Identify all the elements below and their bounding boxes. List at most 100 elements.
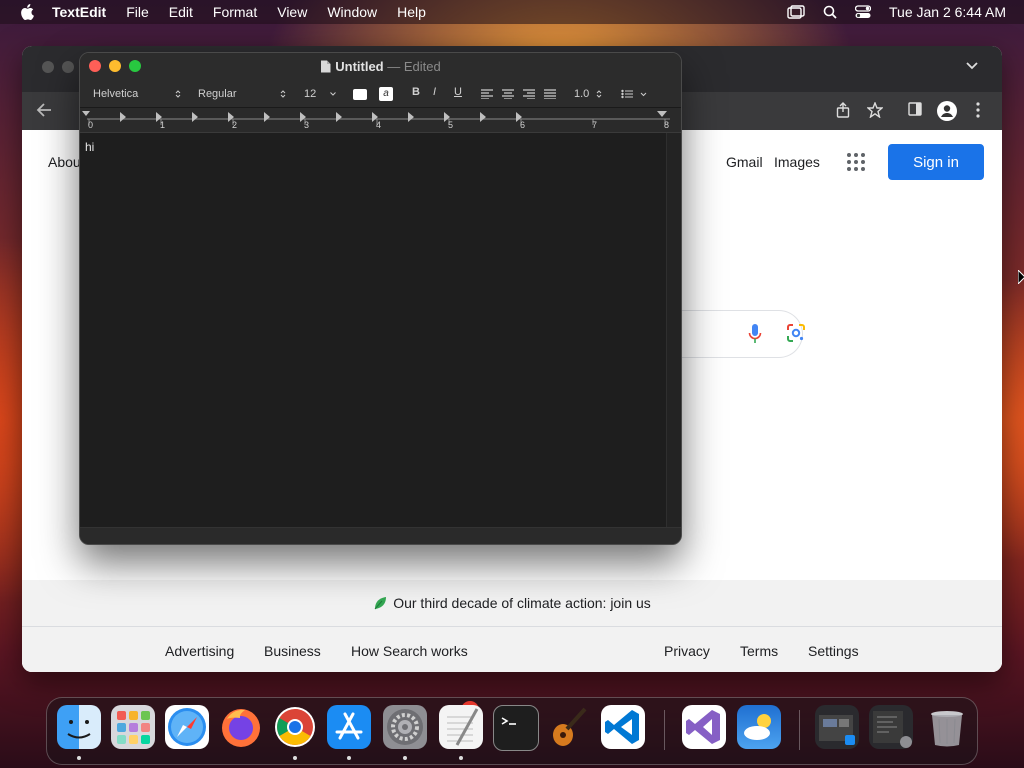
google-lens-icon[interactable]: [786, 323, 806, 343]
tab-stop[interactable]: [300, 112, 306, 122]
footer-business-link[interactable]: Business: [264, 643, 321, 659]
browser-close-button[interactable]: [42, 61, 54, 73]
dock-finder-icon[interactable]: [57, 705, 101, 749]
climate-text[interactable]: Our third decade of climate action: join…: [393, 595, 651, 611]
compass-icon: [168, 708, 206, 746]
dock-visual-studio-icon[interactable]: [682, 705, 726, 749]
gear-icon: [387, 709, 423, 745]
align-left-icon[interactable]: [481, 89, 493, 99]
tab-stop[interactable]: [336, 112, 342, 122]
stepper-icon: [596, 90, 602, 98]
apple-menu-icon[interactable]: [20, 4, 34, 20]
footer-advertising-link[interactable]: Advertising: [165, 643, 234, 659]
align-justify-icon[interactable]: [544, 89, 556, 99]
underline-button[interactable]: U: [454, 86, 462, 98]
edited-status: Edited: [403, 59, 441, 74]
menu-window[interactable]: Window: [327, 4, 377, 20]
textedit-title-bar[interactable]: Untitled — Edited: [80, 53, 681, 81]
dock-textedit-icon[interactable]: [439, 705, 483, 749]
google-apps-icon[interactable]: [846, 152, 866, 172]
dock-chrome-icon[interactable]: [273, 705, 317, 749]
menu-help[interactable]: Help: [397, 4, 426, 20]
menu-edit[interactable]: Edit: [169, 4, 193, 20]
textedit-ruler[interactable]: 0 1 2 3 4 5 6 7 8: [80, 108, 681, 133]
profile-avatar-icon[interactable]: [936, 100, 958, 122]
textedit-window: Untitled — Edited Helvetica Regular 12 a…: [79, 52, 682, 545]
launchpad-grid-icon: [117, 711, 150, 744]
screen-mirroring-icon[interactable]: [787, 5, 805, 19]
italic-button[interactable]: I: [433, 86, 436, 98]
pen-and-paper-icon: [447, 708, 479, 746]
stepper-icon: [175, 90, 181, 98]
footer-settings-link[interactable]: Settings: [808, 643, 859, 659]
tab-stop[interactable]: [444, 112, 450, 122]
tab-stop[interactable]: [228, 112, 234, 122]
font-family-select[interactable]: Helvetica: [93, 86, 181, 102]
dock-system-settings-icon[interactable]: [383, 705, 427, 749]
spotlight-search-icon[interactable]: [823, 5, 837, 19]
menu-app-name[interactable]: TextEdit: [52, 4, 106, 20]
menu-format[interactable]: Format: [213, 4, 257, 20]
browser-menu-icon[interactable]: [976, 102, 980, 118]
ruler-number: 0: [88, 120, 94, 130]
list-bullets-icon[interactable]: [621, 89, 649, 99]
images-link[interactable]: Images: [774, 154, 820, 170]
terminal-prompt-icon: [501, 717, 516, 725]
background-color-icon[interactable]: a: [379, 87, 393, 101]
document-text-area[interactable]: hi: [80, 133, 666, 528]
gmail-link[interactable]: Gmail: [726, 154, 763, 170]
bookmark-star-icon[interactable]: [867, 102, 883, 118]
line-spacing-select[interactable]: 1.0: [574, 86, 602, 102]
dock-weather-icon[interactable]: [737, 705, 781, 749]
menu-bar-clock[interactable]: Tue Jan 2 6:44 AM: [889, 4, 1006, 20]
tab-stop[interactable]: [192, 112, 198, 122]
tab-stop[interactable]: [156, 112, 162, 122]
line-spacing-value: 1.0: [574, 88, 590, 100]
tab-stop[interactable]: [516, 112, 522, 122]
font-family-value: Helvetica: [93, 88, 139, 100]
dock-separator: [664, 710, 665, 750]
tab-stop[interactable]: [264, 112, 270, 122]
dock-launchpad-icon[interactable]: [111, 705, 155, 749]
dock-firefox-icon[interactable]: [219, 705, 263, 749]
about-link[interactable]: Abou: [48, 154, 81, 170]
vertical-scrollbar[interactable]: [666, 133, 681, 528]
document-text[interactable]: hi: [85, 140, 94, 154]
chrome-icon: [275, 707, 315, 747]
footer-terms-link[interactable]: Terms: [740, 643, 778, 659]
dock-garageband-icon[interactable]: [547, 705, 591, 749]
climate-banner: Our third decade of climate action: join…: [22, 580, 1002, 627]
tab-search-chevron-icon[interactable]: [966, 62, 978, 70]
tab-stop[interactable]: [480, 112, 486, 122]
menu-view[interactable]: View: [277, 4, 307, 20]
mouse-cursor-icon: [1018, 270, 1024, 284]
footer-privacy-link[interactable]: Privacy: [664, 643, 710, 659]
back-arrow-icon[interactable]: [36, 102, 52, 118]
align-center-icon[interactable]: [502, 89, 514, 99]
share-icon[interactable]: [836, 102, 850, 118]
menu-file[interactable]: File: [126, 4, 149, 20]
dock-app-store-icon[interactable]: [327, 705, 371, 749]
dock-safari-icon[interactable]: [165, 705, 209, 749]
dock-trash-icon[interactable]: [925, 705, 969, 749]
font-size-select[interactable]: 12: [304, 86, 336, 102]
tab-stop[interactable]: [372, 112, 378, 122]
textedit-window-title: Untitled — Edited: [80, 59, 681, 74]
font-style-select[interactable]: Regular: [198, 86, 286, 102]
tab-stop[interactable]: [408, 112, 414, 122]
dock-vscode-icon[interactable]: [601, 705, 645, 749]
dock-stack-downloads-icon[interactable]: [815, 705, 859, 749]
tab-stop[interactable]: [120, 112, 126, 122]
dock-terminal-icon[interactable]: [493, 705, 539, 751]
bold-button[interactable]: B: [412, 86, 420, 98]
control-center-icon[interactable]: [855, 5, 871, 19]
dock-stack-recent-icon[interactable]: [869, 705, 913, 749]
align-right-icon[interactable]: [523, 89, 535, 99]
footer-how-search-works-link[interactable]: How Search works: [351, 643, 468, 659]
side-panel-icon[interactable]: [908, 102, 922, 116]
text-color-swatch[interactable]: [353, 89, 367, 100]
browser-minimize-button[interactable]: [62, 61, 74, 73]
sign-in-button[interactable]: Sign in: [888, 144, 984, 180]
chevron-down-icon: [330, 92, 336, 96]
mic-icon[interactable]: [748, 323, 762, 345]
